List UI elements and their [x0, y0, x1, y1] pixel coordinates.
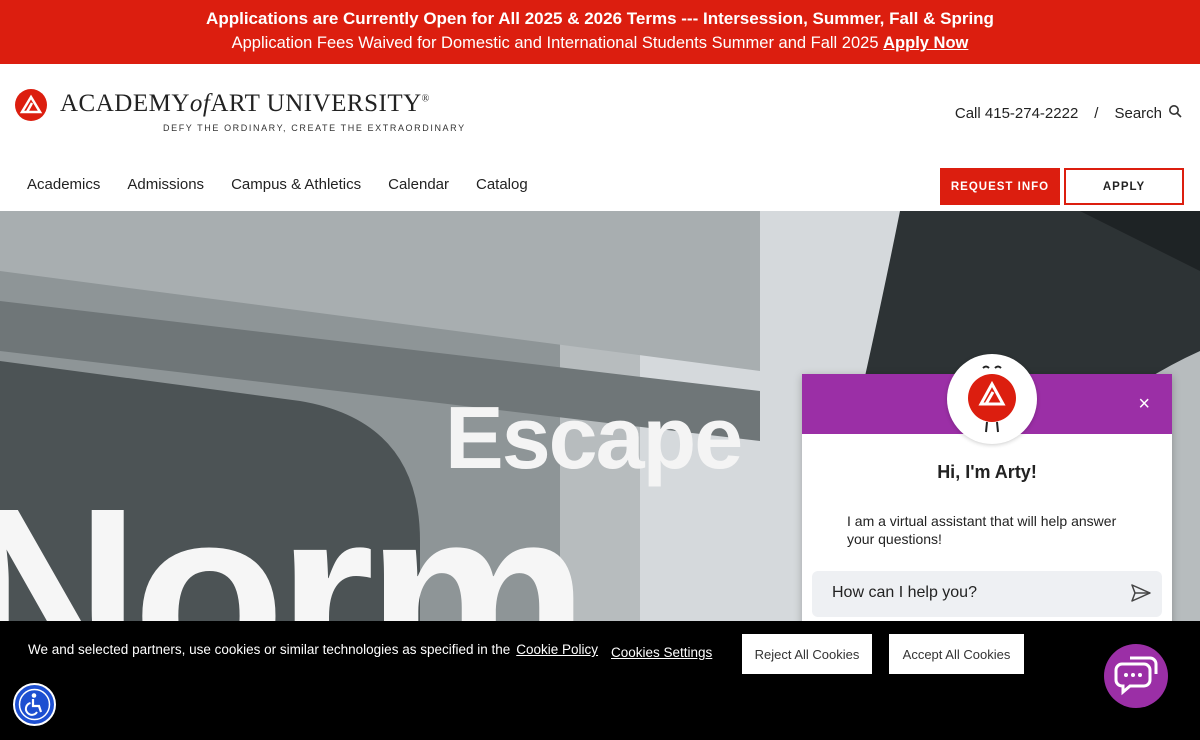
search-link[interactable]: Search — [1114, 105, 1162, 122]
accessibility-icon[interactable] — [13, 683, 56, 726]
chat-widget: × Hi, I'm Arty! I am a virtual assistant… — [802, 354, 1172, 627]
nav-item-calendar[interactable]: Calendar — [388, 176, 449, 193]
search-icon[interactable] — [1168, 104, 1182, 122]
nav-item-catalog[interactable]: Catalog — [476, 176, 528, 193]
close-icon[interactable]: × — [1138, 394, 1150, 414]
arty-avatar-icon — [947, 354, 1037, 444]
logo-word-2: ART UNIVERSITY — [210, 90, 422, 117]
utility-links: Call 415-274-2222 / Search — [955, 104, 1182, 122]
send-icon[interactable] — [1130, 582, 1152, 609]
apply-button[interactable]: APPLY — [1064, 168, 1184, 205]
accept-cookies-button[interactable]: Accept All Cookies — [889, 634, 1024, 674]
cookies-settings-link[interactable]: Cookies Settings — [611, 645, 712, 660]
nav-item-campus-athletics[interactable]: Campus & Athletics — [231, 176, 361, 193]
tagline: DEFY THE ORDINARY, CREATE THE EXTRAORDIN… — [163, 123, 466, 133]
chat-input[interactable]: How can I help you? — [812, 571, 1162, 617]
request-info-button[interactable]: REQUEST INFO — [940, 168, 1060, 205]
banner-subline-text: Application Fees Waived for Domestic and… — [231, 34, 879, 52]
registered-mark: ® — [421, 93, 430, 105]
apply-now-link[interactable]: Apply Now — [883, 34, 968, 52]
chat-title: Hi, I'm Arty! — [937, 462, 1037, 482]
chat-input-placeholder: How can I help you? — [832, 584, 977, 601]
reject-cookies-button[interactable]: Reject All Cookies — [742, 634, 872, 674]
announcement-banner: Applications are Currently Open for All … — [0, 0, 1200, 64]
cookie-banner: We and selected partners, use cookies or… — [0, 621, 1200, 740]
site-header: ACADEMYofART UNIVERSITY® DEFY THE ORDINA… — [0, 64, 1200, 212]
logo-word-1: ACADEMY — [60, 90, 190, 117]
main-nav: Academics Admissions Campus & Athletics … — [27, 176, 528, 193]
nav-item-academics[interactable]: Academics — [27, 176, 100, 193]
call-link[interactable]: Call 415-274-2222 — [955, 105, 1078, 122]
banner-subline: Application Fees Waived for Domestic and… — [0, 34, 1200, 53]
cookie-message: We and selected partners, use cookies or… — [28, 642, 598, 657]
logo-wordmark[interactable]: ACADEMYofART UNIVERSITY® — [60, 90, 430, 118]
chat-message: I am a virtual assistant that will help … — [847, 513, 1117, 547]
chat-launcher-icon[interactable] — [1104, 644, 1168, 708]
logo-icon[interactable] — [15, 89, 47, 121]
cookie-message-text: We and selected partners, use cookies or… — [28, 642, 511, 657]
utility-separator: / — [1094, 104, 1099, 122]
banner-headline: Applications are Currently Open for All … — [206, 9, 994, 28]
cookie-policy-link[interactable]: Cookie Policy — [516, 642, 598, 657]
nav-item-admissions[interactable]: Admissions — [127, 176, 204, 193]
logo-word-of: of — [189, 90, 211, 117]
